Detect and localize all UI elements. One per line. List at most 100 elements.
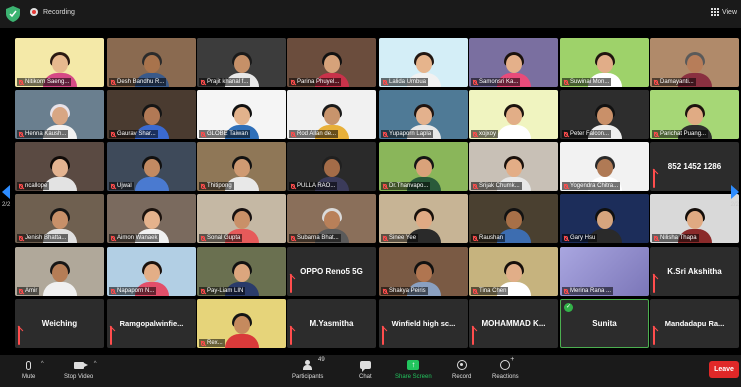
participant-name: Weiching bbox=[41, 319, 78, 328]
mute-button[interactable]: ^ Mute bbox=[22, 359, 44, 380]
participant-name: xojxoy bbox=[479, 131, 497, 137]
participant-tile[interactable]: Tina Chen bbox=[469, 247, 558, 296]
participant-tile[interactable]: Subarna Bhat... bbox=[287, 194, 376, 243]
participant-name: Subarna Bhat... bbox=[297, 235, 339, 241]
participant-tile[interactable]: Nilisha Thapa bbox=[650, 194, 739, 243]
participant-name: 852 1452 1286 bbox=[667, 162, 722, 171]
participant-tile[interactable]: OPPO Reno5 5G bbox=[287, 247, 376, 296]
caret-up-icon[interactable]: ^ bbox=[94, 361, 97, 367]
record-button[interactable]: Record bbox=[452, 359, 471, 380]
participant-tile[interactable]: Samonsri Ka... bbox=[469, 38, 558, 87]
participant-name-tag: PULLA RAO... bbox=[289, 182, 338, 190]
participant-tile[interactable]: Damayanti... bbox=[650, 38, 739, 87]
participant-name-tag: Dr.Thanvapo... bbox=[381, 182, 431, 190]
participant-tile[interactable]: Srijak Chumk... bbox=[469, 142, 558, 191]
muted-mic-icon bbox=[290, 326, 292, 345]
participant-name-tag: Raushan bbox=[471, 234, 506, 242]
participant-tile[interactable]: Lalida Umbua bbox=[379, 38, 468, 87]
leave-button[interactable]: Leave bbox=[709, 361, 739, 378]
chat-button[interactable]: Chat bbox=[359, 359, 372, 380]
participant-tile[interactable]: Parina Phuyel... bbox=[287, 38, 376, 87]
participant-tile[interactable]: Shakya Peiris bbox=[379, 247, 468, 296]
participant-tile[interactable]: Dr.Thanvapo... bbox=[379, 142, 468, 191]
share-screen-label: Share Screen bbox=[395, 374, 432, 380]
next-page-button[interactable]: 2/2 bbox=[731, 185, 739, 208]
participant-tile[interactable]: Aimon Wanaek bbox=[107, 194, 196, 243]
participant-name: Sunita bbox=[592, 319, 617, 328]
shield-icon[interactable] bbox=[6, 6, 20, 22]
participant-name: Winfield high sc... bbox=[391, 319, 456, 328]
participant-tile[interactable]: Weiching bbox=[15, 299, 104, 348]
reactions-button[interactable]: Reactions bbox=[492, 356, 519, 380]
participant-name: Rex... bbox=[207, 340, 223, 346]
participant-name: Srijak Chumk... bbox=[479, 183, 520, 189]
participant-name: Dr.Thanvapo... bbox=[389, 183, 429, 189]
participant-tile[interactable]: Merina Rana ... bbox=[560, 247, 649, 296]
view-button[interactable]: View bbox=[710, 8, 737, 16]
participant-tile[interactable]: Parichat Puang... bbox=[650, 90, 739, 139]
participant-tile[interactable]: Ujwal bbox=[107, 142, 196, 191]
muted-mic-icon bbox=[111, 131, 115, 137]
muted-mic-icon bbox=[201, 79, 205, 85]
participant-tile[interactable]: K.Sri Akshitha bbox=[650, 247, 739, 296]
participant-tile[interactable]: Pay-Liam LIN bbox=[197, 247, 286, 296]
participant-tile[interactable]: Mandadapu Ra... bbox=[650, 299, 739, 348]
participant-tile[interactable]: Suwinai Mon... bbox=[560, 38, 649, 87]
recording-label: Recording bbox=[43, 8, 75, 16]
share-screen-button[interactable]: ↑ Share Screen bbox=[395, 359, 432, 380]
participant-tile[interactable]: Desh Bandhu R... bbox=[107, 38, 196, 87]
participant-avatar bbox=[496, 103, 531, 139]
participant-name-tag: Nilisha Thapa bbox=[652, 234, 699, 242]
participant-tile[interactable]: Jenish Bhatta... bbox=[15, 194, 104, 243]
participant-name-tag: Nitikorn Saeng... bbox=[17, 78, 72, 86]
participant-tile[interactable]: Raushan bbox=[469, 194, 558, 243]
participant-name: Peter Falcon... bbox=[570, 131, 610, 137]
stop-video-label: Stop Video bbox=[64, 374, 94, 380]
caret-up-icon[interactable]: ^ bbox=[41, 361, 44, 367]
participant-tile[interactable]: Nitikorn Saeng... bbox=[15, 38, 104, 87]
participant-tile[interactable]: Winfield high sc... bbox=[379, 299, 468, 348]
participant-tile[interactable]: Prajit khanal f... bbox=[197, 38, 286, 87]
participant-tile[interactable]: GLOBE Taiwan bbox=[197, 90, 286, 139]
previous-page-button[interactable]: 2/2 bbox=[2, 185, 10, 208]
participant-tile[interactable]: Yogendra Chitra... bbox=[560, 142, 649, 191]
participant-tile[interactable]: Sonal Gupta bbox=[197, 194, 286, 243]
participant-tile[interactable]: Gary Hsu bbox=[560, 194, 649, 243]
participant-tile[interactable]: Rod Allan de... bbox=[287, 90, 376, 139]
participant-tile[interactable]: M.Yasmitha bbox=[287, 299, 376, 348]
participant-name: Merina Rana ... bbox=[570, 288, 612, 294]
participants-button[interactable]: 49 Participants bbox=[292, 357, 325, 380]
participant-tile[interactable]: PULLA RAO... bbox=[287, 142, 376, 191]
participant-tile[interactable]: Yupaporn Lapla bbox=[379, 90, 468, 139]
participant-tile[interactable]: Thitipong bbox=[197, 142, 286, 191]
participants-count: 49 bbox=[317, 357, 325, 363]
muted-mic-icon bbox=[19, 79, 23, 85]
participant-tile[interactable]: Peter Falcon... bbox=[560, 90, 649, 139]
recording-indicator[interactable]: Recording bbox=[30, 8, 75, 16]
muted-mic-icon bbox=[19, 288, 23, 294]
participant-tile[interactable]: Sunita ✓ bbox=[560, 299, 649, 348]
participant-tile[interactable]: Ramgopalwinfie... bbox=[107, 299, 196, 348]
participant-tile[interactable]: Napaporn N... bbox=[107, 247, 196, 296]
participant-name: Parichat Puang... bbox=[660, 131, 707, 137]
participant-tile[interactable]: MOHAMMAD K... bbox=[469, 299, 558, 348]
participant-tile[interactable]: Henna Kaush... bbox=[15, 90, 104, 139]
participant-name: Jenish Bhatta... bbox=[25, 235, 67, 241]
muted-mic-icon bbox=[473, 288, 477, 294]
participant-tile[interactable]: Rex... bbox=[197, 299, 286, 348]
muted-mic-icon bbox=[291, 79, 295, 85]
participant-name: Raushan bbox=[479, 235, 504, 241]
participant-tile[interactable]: 852 1452 1286 bbox=[650, 142, 739, 191]
muted-mic-icon bbox=[19, 183, 23, 189]
participant-tile[interactable]: Gaurav Shar... bbox=[107, 90, 196, 139]
participant-tile[interactable]: ncallope bbox=[15, 142, 104, 191]
muted-mic-icon bbox=[201, 235, 205, 241]
participant-name: Amir bbox=[25, 288, 38, 294]
stop-video-button[interactable]: ^ Stop Video bbox=[64, 359, 97, 380]
muted-mic-icon bbox=[111, 79, 115, 85]
participant-name: Nitikorn Saeng... bbox=[25, 79, 70, 85]
participant-name: Napaporn N... bbox=[117, 288, 155, 294]
participant-tile[interactable]: Sinee Yee bbox=[379, 194, 468, 243]
participant-tile[interactable]: xojxoy bbox=[469, 90, 558, 139]
participant-tile[interactable]: Amir bbox=[15, 247, 104, 296]
